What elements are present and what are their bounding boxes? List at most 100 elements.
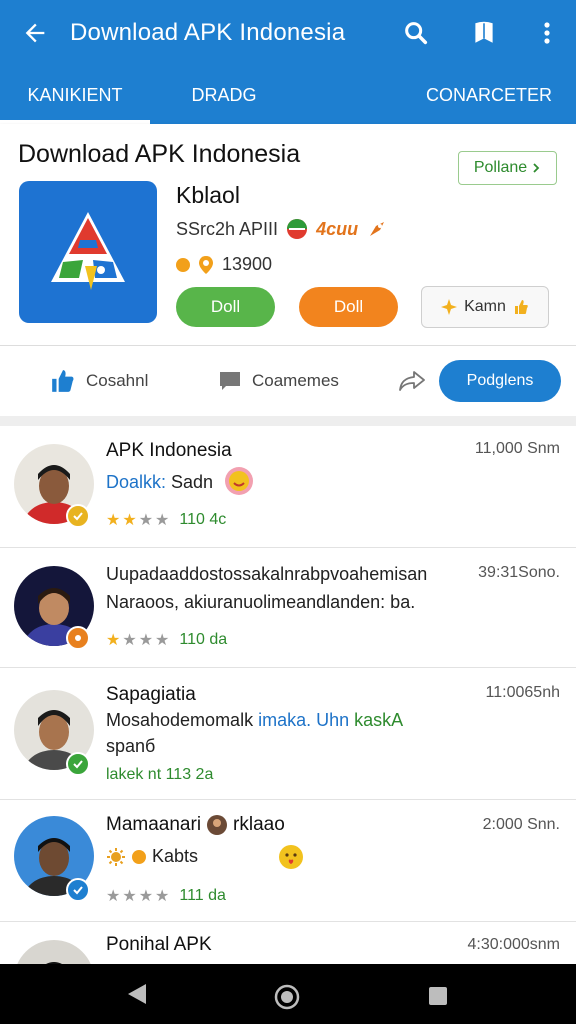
app-bar-title: Download APK Indonesia (70, 19, 346, 46)
app-meta: SSrc2h APIII 4cuu (176, 218, 388, 240)
nav-home-button[interactable] (274, 984, 300, 1015)
back-button[interactable] (0, 0, 70, 66)
item-line-highlight: Doalkk: (106, 472, 167, 492)
item-time: 39:31Sono. (478, 564, 560, 581)
avatar (14, 940, 94, 964)
star-icon: ★ (122, 632, 137, 649)
item-name-suffix: rklaao (233, 814, 285, 835)
item-line: Naraoos, akiuranuolimeandlanden: ba. (106, 592, 416, 612)
status-badge (66, 878, 90, 902)
page-title: Download APK Indonesia (18, 140, 301, 168)
small-avatar-icon (207, 815, 228, 835)
item-line: Uupadaaddostossakalnrabpvoahemisan (106, 564, 428, 584)
pill-button[interactable]: Pollane (458, 151, 557, 185)
bookmark-icon (475, 21, 493, 43)
star-icon: ★ (155, 512, 170, 529)
like-action[interactable]: Cosahnl (50, 346, 148, 416)
list-item[interactable]: Ponihal APK 4:30:000snm (0, 922, 576, 964)
tab-3[interactable]: CONARCETER (298, 66, 576, 124)
item-line-start: Mosahodemomalk (106, 710, 259, 730)
item-time: 2:000 Snn. (482, 816, 560, 833)
like-label: Cosahnl (86, 371, 149, 390)
item-rating: ★ ★ ★ ★ 110 4c (106, 510, 226, 530)
item-line-link[interactable]: imaka. Uhn (258, 710, 354, 730)
download-button-green[interactable]: Doll (176, 287, 275, 327)
kiss-emoji-icon (279, 845, 303, 869)
search-icon (405, 22, 428, 45)
list-item[interactable]: Mamaanari rklaao 2:000 Snn. Kabts ★ ★ ★ … (0, 800, 576, 922)
tab-1[interactable]: KANIKIENT (0, 66, 150, 124)
flag-badge-icon (287, 219, 308, 239)
star-icon: ★ (122, 512, 137, 529)
primary-action-button[interactable]: Podglens (439, 360, 561, 402)
nav-back-button[interactable] (126, 982, 148, 1011)
bookmark-button[interactable] (450, 0, 518, 66)
list-item[interactable]: Sapagiatia 11:0065nh Mosahodemomalk imak… (0, 668, 576, 800)
outline-button[interactable]: Kamn (421, 286, 549, 328)
item-time: 11:0065nh (485, 684, 560, 701)
square-recents-icon (429, 987, 447, 1005)
item-rating-count: 110 da (179, 631, 228, 648)
download-count-value: 13900 (222, 254, 273, 274)
item-line: Doalkk: Sadn (106, 472, 213, 493)
download-button-orange[interactable]: Doll (299, 287, 398, 327)
item-rating: lakek nt 113 2a (106, 766, 213, 784)
item-name-text: Mamaanari (106, 814, 202, 835)
back-arrow-icon (25, 23, 45, 43)
status-badge (66, 752, 90, 776)
item-line-tag: kaskA (354, 710, 404, 730)
section-gap (0, 416, 576, 426)
item-line: spanб (106, 736, 156, 756)
app-rating: 4cuu (316, 218, 359, 239)
status-badge (66, 626, 90, 650)
location-pin-icon (199, 255, 213, 274)
coin-icon (132, 849, 146, 864)
pill-button-label: Pollane (473, 159, 528, 176)
tab-2[interactable]: DRADG (150, 66, 298, 124)
app-logo-icon (51, 212, 125, 290)
app-download-count: 13900 (176, 254, 272, 275)
app-bar: Download APK Indonesia (0, 0, 576, 66)
nav-recents-button[interactable] (428, 986, 448, 1011)
app-header-card: Download APK Indonesia Pollane Kblaol SS… (0, 124, 576, 416)
system-nav-bar (0, 964, 576, 1024)
item-time: 11,000 Snm (474, 440, 560, 457)
list-item[interactable]: APK Indonesia 11,000 Snm Doalkk: Sadn ★ … (0, 426, 576, 548)
item-rating-count: 110 4c (179, 511, 227, 528)
item-rating-text: lakek nt 113 2a (106, 766, 214, 783)
list-item[interactable]: 39:31Sono. Uupadaaddostossakalnrabpvoahe… (0, 548, 576, 668)
star-icon: ★ (106, 888, 121, 905)
chevron-right-icon (533, 163, 540, 173)
thumbs-up-emoji-icon (514, 300, 528, 314)
star-icon: ★ (138, 632, 154, 649)
coin-icon (176, 257, 190, 272)
item-line: Mosahodemomalk imaka. Uhn kaskA (106, 710, 403, 731)
tab-bar: KANIKIENT DRADG CONARCETER (0, 66, 576, 124)
outline-button-label: Kamn (464, 298, 506, 315)
feed-list[interactable]: APK Indonesia 11,000 Snm Doalkk: Sadn ★ … (0, 426, 576, 964)
item-name: Mamaanari rklaao (106, 814, 285, 836)
comment-action[interactable]: Coamemes (218, 346, 339, 416)
star-icon: ★ (138, 888, 154, 905)
comment-label: Coamemes (252, 371, 339, 390)
status-badge (66, 504, 90, 528)
emoji-icon (225, 467, 253, 495)
more-vertical-icon (544, 22, 550, 44)
app-logo (19, 181, 157, 323)
item-line-text: Kabts (152, 846, 199, 866)
comment-icon (220, 372, 240, 390)
thumbs-up-icon (52, 370, 74, 392)
star-icon: ★ (106, 512, 121, 529)
item-name: Ponihal APK (106, 934, 212, 955)
circle-home-icon (274, 984, 300, 1010)
action-row: Cosahnl Coamemes Podglens (0, 346, 576, 416)
star-icon: ★ (106, 632, 121, 649)
triangle-back-icon (128, 984, 146, 1004)
sparkle-icon (441, 299, 458, 315)
share-button[interactable] (398, 346, 426, 416)
item-name: Sapagiatia (106, 684, 196, 705)
item-rating: ★ ★ ★ ★ 111 da (106, 886, 226, 906)
star-icon: ★ (138, 512, 154, 529)
more-button[interactable] (518, 0, 576, 66)
search-button[interactable] (382, 0, 450, 66)
